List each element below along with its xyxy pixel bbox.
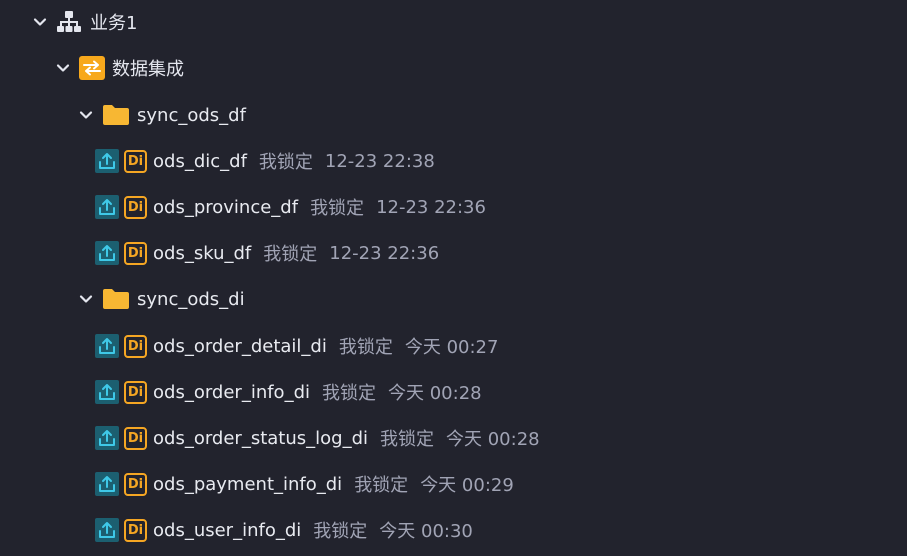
task-time: 12-23 22:36 [329,242,440,264]
task-owner: 我锁定 [380,429,434,450]
task-name: ods_order_detail_di [153,335,327,357]
di-badge: Di [124,195,147,219]
tree-node-folder-sync-ods-di[interactable]: sync_ods_di [78,284,245,314]
task-owner: 我锁定 [310,198,365,219]
upload-icon [95,380,119,404]
task-time: 12-23 22:36 [376,196,486,218]
task-time: 今天 00:29 [420,475,514,496]
upload-icon [95,195,119,219]
task-time: 12-23 22:38 [324,150,435,172]
upload-icon [95,241,119,265]
tree-node-folder-sync-ods-df[interactable]: sync_ods_df [78,100,246,130]
task-name: ods_user_info_di [153,519,302,541]
task-row[interactable]: Di ods_order_info_di 我锁定 今天 00:28 [95,377,482,407]
di-badge: Di [124,241,147,265]
task-row[interactable]: Di ods_user_info_di 我锁定 今天 00:30 [95,515,473,545]
task-owner: 我锁定 [313,521,368,542]
upload-icon [95,518,119,542]
task-name: ods_payment_info_di [153,473,343,495]
upload-icon [95,472,119,496]
task-time: 今天 00:30 [379,521,473,542]
tree-node-data-integration[interactable]: 数据集成 [55,53,184,83]
folder-label: sync_ods_di [137,288,245,310]
tree-node-business[interactable]: 业务1 [32,7,137,37]
folder-label: sync_ods_df [137,104,246,126]
folder-icon [102,104,130,126]
di-badge: Di [124,334,147,358]
upload-icon [95,149,119,173]
task-name: ods_province_df [153,196,299,218]
di-badge: Di [124,149,147,173]
org-hierarchy-icon [56,9,82,35]
task-row[interactable]: Di ods_province_df 我锁定 12-23 22:36 [95,192,486,222]
task-row[interactable]: Di ods_payment_info_di 我锁定 今天 00:29 [95,469,514,499]
task-owner: 我锁定 [322,383,376,404]
task-name: ods_order_status_log_di [153,427,368,449]
task-time: 今天 00:28 [446,429,540,450]
di-badge: Di [124,426,147,450]
task-owner: 我锁定 [258,152,313,173]
folder-icon [102,288,130,310]
chevron-down-icon[interactable] [55,60,71,76]
upload-icon [95,334,119,358]
swap-arrows-icon [79,56,105,80]
di-badge: Di [124,472,147,496]
task-row[interactable]: Di ods_order_detail_di 我锁定 今天 00:27 [95,331,498,361]
task-row[interactable]: Di ods_order_status_log_di 我锁定 今天 00:28 [95,423,540,453]
chevron-down-icon[interactable] [78,107,94,123]
task-name: ods_order_info_di [153,381,310,403]
di-badge: Di [124,380,147,404]
task-name: ods_dic_df [153,150,247,172]
task-time: 今天 00:28 [388,383,482,404]
data-studio-tree: 业务1 数据集成 sync_ods_df Di ods_dic_df 我锁定 1… [0,0,907,556]
task-owner: 我锁定 [263,244,318,265]
task-name: ods_sku_df [153,242,252,264]
chevron-down-icon[interactable] [78,291,94,307]
task-row[interactable]: Di ods_sku_df 我锁定 12-23 22:36 [95,238,439,268]
task-time: 今天 00:27 [404,337,499,358]
business-label: 业务1 [90,13,138,34]
integration-label: 数据集成 [112,59,184,80]
chevron-down-icon[interactable] [32,14,48,30]
task-owner: 我锁定 [338,337,393,358]
task-row[interactable]: Di ods_dic_df 我锁定 12-23 22:38 [95,146,435,176]
task-owner: 我锁定 [354,475,409,496]
upload-icon [95,426,119,450]
di-badge: Di [124,518,147,542]
